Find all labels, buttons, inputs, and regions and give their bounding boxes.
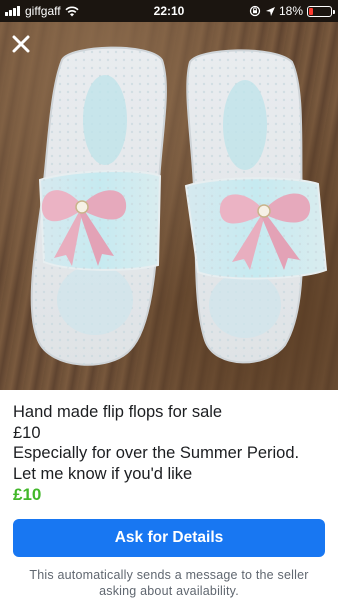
availability-note-line: This automatically sends a message to th… xyxy=(29,568,309,582)
flip-flops-illustration xyxy=(30,46,328,366)
listing-price: £10 xyxy=(13,485,42,504)
status-right: 18% xyxy=(249,4,335,18)
location-arrow-icon xyxy=(265,6,275,16)
status-bar: giffgaff 22:10 18% xyxy=(0,0,338,22)
close-button[interactable] xyxy=(8,31,34,57)
battery-percentage: 18% xyxy=(278,4,303,18)
left-flip-flop xyxy=(30,46,167,366)
battery-level xyxy=(309,7,313,15)
description-line: £10 xyxy=(13,423,41,442)
listing-photo xyxy=(0,0,338,390)
description-line: Let me know if you'd like xyxy=(13,464,193,483)
availability-note-line: asking about availability. xyxy=(99,584,239,598)
battery-icon xyxy=(307,5,335,17)
ask-for-details-button[interactable]: Ask for Details xyxy=(13,519,325,557)
description-line: Especially for over the Summer Period. xyxy=(13,444,300,462)
right-flip-flop xyxy=(184,49,328,364)
listing-description: Hand made flip flops for sale £10 Especi… xyxy=(13,402,331,484)
close-icon xyxy=(12,35,30,53)
availability-note: This automatically sends a message to th… xyxy=(10,567,328,599)
rotation-lock-icon xyxy=(249,5,261,17)
description-line: Hand made flip flops for sale xyxy=(13,403,223,421)
